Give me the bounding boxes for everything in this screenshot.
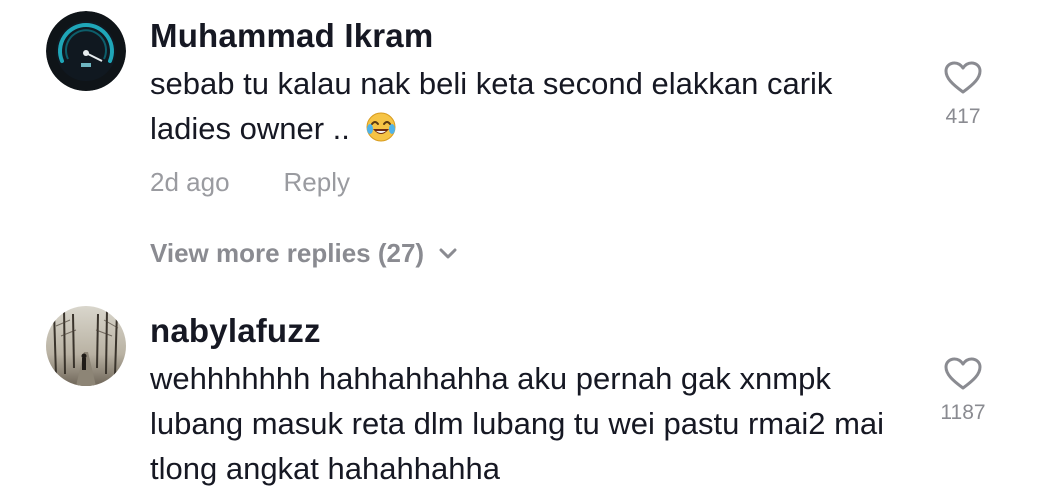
view-more-replies-label: View more replies (27) — [150, 238, 425, 268]
like-count: 1187 — [940, 401, 986, 424]
comment-text: sebab tu kalau nak beli keta second elak… — [150, 61, 920, 155]
like-button[interactable]: 1187 — [928, 357, 998, 425]
comment-username[interactable]: Muhammad Ikram — [150, 17, 433, 55]
speedometer-icon — [46, 11, 126, 91]
comment-text: wehhhhhhh hahhahhahha aku pernah gak xnm… — [150, 361, 885, 486]
heart-icon — [944, 357, 982, 390]
face-with-tears-of-joy-icon — [365, 110, 397, 155]
like-count: 417 — [945, 105, 981, 128]
view-more-replies-button[interactable]: View more replies (27) — [150, 238, 458, 269]
comment-text-body: sebab tu kalau nak beli keta second elak… — [150, 66, 833, 146]
heart-icon — [944, 61, 982, 94]
forest-road-photo — [46, 306, 126, 386]
comment-meta: 2d ago Reply — [150, 167, 350, 198]
avatar[interactable] — [46, 306, 126, 386]
comment-timestamp: 2d ago — [150, 167, 230, 197]
chevron-down-icon — [439, 248, 457, 258]
comment-username[interactable]: nabylafuzz — [150, 312, 321, 350]
comment-section: Muhammad Ikram sebab tu kalau nak beli k… — [0, 0, 1042, 502]
like-button[interactable]: 417 — [928, 61, 998, 129]
reply-button[interactable]: Reply — [284, 167, 350, 198]
avatar[interactable] — [46, 11, 126, 91]
